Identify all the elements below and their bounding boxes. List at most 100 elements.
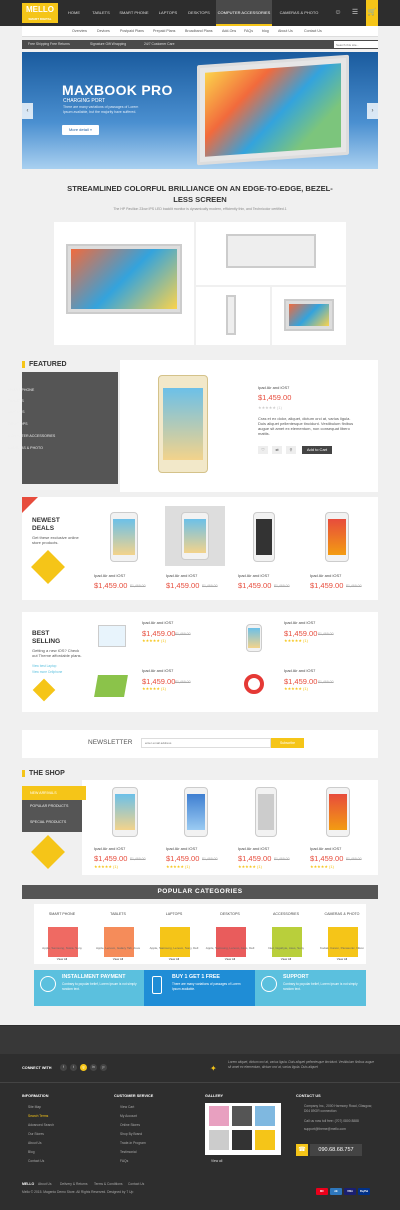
footer-link[interactable]: View Cart [120,1105,134,1109]
footer-link[interactable]: Shop By Brand [120,1132,142,1136]
pinterest-icon[interactable]: p [100,1064,107,1071]
subnav-broadband[interactable]: Broadband Plans [185,26,213,37]
tab-new-arrivals[interactable]: NEW ARRIVALS [22,786,86,800]
footer-link[interactable]: Advanced Search [28,1123,54,1127]
product-image-side[interactable] [196,287,270,345]
footer-link[interactable]: Testimonial [120,1150,137,1154]
hotline-number[interactable]: 090.68.68.757 [310,1144,362,1156]
nav-cameras-photo[interactable]: CAMERAS & PHOTO [274,0,324,26]
product-image-angle[interactable] [272,287,346,345]
view-all-link[interactable]: View All [260,957,312,962]
product-image[interactable] [110,512,138,562]
product-image[interactable] [326,787,350,837]
product-name[interactable]: Ipad Air and iOS7 [94,846,125,851]
category-laptops[interactable]: LAPTOPS [8,410,25,414]
footer-bottom-link[interactable]: Terms & Conditions [94,1182,123,1186]
product-name[interactable]: Ipad Air and iOS7 [142,620,173,625]
product-name[interactable]: Ipad Air and iOS7 [310,573,341,578]
search-input[interactable] [334,41,378,48]
subnav-overview[interactable]: Overview [72,26,87,37]
featured-product-image[interactable] [158,375,208,473]
footer-link[interactable]: My Account [120,1114,137,1118]
view-all-link[interactable]: View All [204,957,256,962]
twitter-icon[interactable]: t [70,1064,77,1071]
footer-link[interactable]: Search Terms [28,1114,48,1118]
product-image[interactable] [246,624,262,652]
view-all-link[interactable]: View All [148,957,200,962]
view-more-cellphone-link[interactable]: View more Cellphone [32,670,62,674]
view-all-link[interactable]: View All [92,957,144,962]
chevron-right-icon[interactable]: › [367,103,378,119]
category-smart-phone[interactable]: SMART PHONE [8,388,34,392]
contact-email[interactable]: support@theme@mello.com [304,1127,374,1131]
tab-special-products[interactable]: SPECIAL PRODUCTS [30,820,66,824]
view-all-link[interactable]: View All [316,957,368,962]
category-computer-accessories[interactable]: COMPUTER ACCESSORIES [8,434,55,438]
footer-link[interactable]: Trade-in Program [120,1141,146,1145]
service-installment[interactable]: INSTALLMENT PAYMENT Contrary to popular … [34,970,144,1006]
footer-link[interactable]: Our Stores [28,1132,44,1136]
linkedin-icon[interactable]: in [90,1064,97,1071]
nav-laptops[interactable]: LAPTOPS [154,0,182,26]
product-name[interactable]: Ipad Air and iOS7 [166,573,197,578]
menu-icon[interactable]: ☰ [347,0,363,26]
google-plus-icon[interactable]: g [80,1064,87,1071]
product-image[interactable] [112,787,138,837]
tablet-product-image[interactable] [98,625,126,647]
category-desktops[interactable]: DESKTOPS [8,422,28,426]
logo[interactable]: MELLO SMART DIGITAL [22,3,58,23]
view-best-laptop-link[interactable]: View best Laptop [32,664,56,668]
subnav-postpaid[interactable]: Postpaid Plans [120,26,144,37]
product-name[interactable]: Ipad Air and iOS7 [142,668,173,673]
cart-icon[interactable]: 🛒 [366,0,378,26]
footer-link[interactable]: FAQs [120,1159,128,1163]
subnav-about[interactable]: About Us [278,26,293,37]
user-icon[interactable]: ☺ [330,0,346,26]
footer-link[interactable]: Online Stores [120,1123,140,1127]
product-name[interactable]: Ipad Air and iOS7 [166,846,197,851]
tab-popular-products[interactable]: POPULAR PRODUCTS [30,804,68,808]
subnav-contact[interactable]: Contact Us [304,26,322,37]
product-name[interactable]: Ipad Air and iOS7 [238,846,269,851]
subnav-devices[interactable]: Devices [97,26,110,37]
footer-link[interactable]: Blog [28,1150,35,1154]
tablet-cover-product-image[interactable] [94,675,128,697]
service-buy-one-get-one[interactable]: BUY 1 GET 1 FREE There are many variatio… [144,970,255,1006]
footer-link[interactable]: Contact Us [28,1159,44,1163]
facebook-icon[interactable]: f [60,1064,67,1071]
product-name[interactable]: Ipad Air and iOS7 [310,846,341,851]
footer-bottom-link[interactable]: Contact Us [128,1182,144,1186]
product-image-back[interactable] [196,222,346,285]
product-image[interactable] [325,512,349,562]
subnav-prepaid[interactable]: Prepaid Plans [153,26,175,37]
service-support[interactable]: SUPPORT Contrary to popular belief, Lore… [255,970,366,1006]
nav-tablets[interactable]: TABLETS [88,0,114,26]
product-image[interactable] [253,512,275,562]
more-detail-button[interactable]: More detail » [62,125,99,135]
product-image[interactable] [255,787,277,837]
product-image[interactable] [184,787,208,837]
chevron-left-icon[interactable]: ‹ [22,103,33,119]
category-cameras-photo[interactable]: CAMERAS & PHOTO [8,446,43,450]
nav-desktops[interactable]: DESKTOPS [184,0,214,26]
zoom-icon[interactable]: ⚲ [286,446,296,454]
footer-link[interactable]: Site Map [28,1105,41,1109]
newsletter-email-input[interactable] [141,738,271,748]
product-name[interactable]: Ipad Air and iOS7 [284,668,315,673]
gallery-thumbnails[interactable] [205,1103,281,1155]
footer-bottom-link[interactable]: Delivery & Returns [60,1182,87,1186]
product-image-large[interactable] [54,222,194,345]
product-name[interactable]: Ipad Air and iOS7 [284,620,315,625]
product-name[interactable]: Ipad Air and iOS7 [94,573,125,578]
product-name[interactable]: Ipad Air and iOS7 [238,573,269,578]
nav-home[interactable]: HOME [62,0,86,26]
gallery-view-all-link[interactable]: View all [211,1159,222,1163]
subnav-addons[interactable]: Add-Ons [222,26,236,37]
subnav-blog[interactable]: blog [262,26,269,37]
add-to-cart-button[interactable]: Add to Cart [302,446,332,454]
footer-bottom-link[interactable]: About Us [38,1182,52,1186]
nav-smart-phone[interactable]: SMART PHONE [116,0,152,26]
heart-icon[interactable]: ♡ [258,446,268,454]
category-tablets[interactable]: TABLETS [8,399,24,403]
subscribe-button[interactable]: Subscribe [271,738,304,748]
